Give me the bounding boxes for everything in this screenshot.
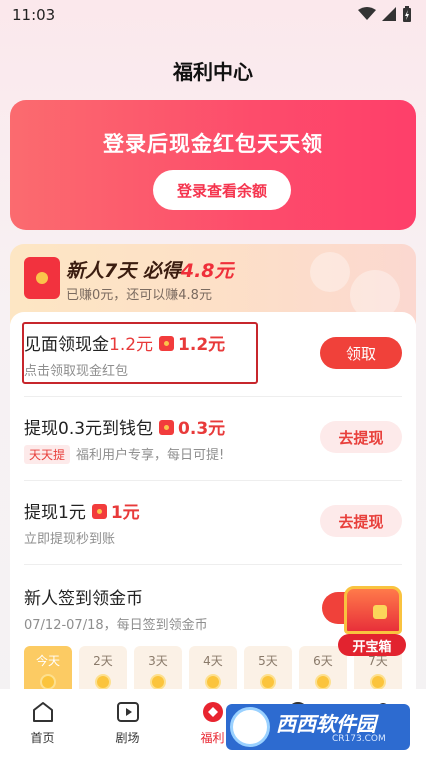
coin-icon <box>150 674 166 690</box>
coin-icon <box>260 674 276 690</box>
play-icon <box>117 702 139 722</box>
task-title: 见面领现金1.2元 1.2元 <box>24 330 225 355</box>
claim-button[interactable]: 领取 <box>320 337 402 369</box>
deco-circle <box>310 252 350 292</box>
treasure-chest-icon <box>344 586 402 634</box>
status-time: 11:03 <box>12 6 56 24</box>
banner-title: 登录后现金红包天天领 <box>103 132 323 156</box>
daily-withdraw-tag: 天天提 <box>24 445 71 464</box>
red-envelope-icon <box>91 504 107 519</box>
tab-home[interactable]: 首页 <box>0 689 85 749</box>
task-title-amount: 1.2元 <box>109 335 154 355</box>
task-bonus: 0.3元 <box>178 419 226 439</box>
tab-label: 剧场 <box>115 731 140 745</box>
checkin-day-label: 5天 <box>258 654 278 668</box>
coin-icon <box>95 674 111 690</box>
watermark-url: CR173.COM <box>332 734 386 744</box>
task-title-text: 提现0.3元到钱包 <box>24 419 154 439</box>
welfare-icon <box>203 702 223 722</box>
login-banner: 登录后现金红包天天领 登录查看余额 <box>10 100 416 230</box>
checkin-day-label: 4天 <box>203 654 223 668</box>
newuser-title-amount: 4.8元 <box>180 260 234 282</box>
task-bonus: 1.2元 <box>178 335 226 355</box>
home-icon <box>33 702 53 722</box>
task-subtitle: 点击领取现金红包 <box>24 364 129 379</box>
task-subtitle: 立即提现秒到账 <box>24 532 116 547</box>
signal-icon <box>382 7 396 21</box>
withdraw-button[interactable]: 去提现 <box>320 421 402 453</box>
task-subtitle-line: 天天提 福利用户专享，每日可提! <box>24 444 224 464</box>
status-bar: 11:03 <box>0 0 426 30</box>
page-title: 福利中心 <box>173 60 253 84</box>
coin-icon <box>315 674 331 690</box>
newuser-subtitle: 已赚0元，还可以赚4.8元 <box>66 288 212 303</box>
withdraw-button[interactable]: 去提现 <box>320 505 402 537</box>
checkin-subtitle: 07/12-07/18，每日签到领金币 <box>24 618 208 633</box>
red-envelope-icon <box>159 336 175 351</box>
wifi-icon <box>358 7 376 20</box>
coin-icon <box>40 674 56 690</box>
task-title: 提现0.3元到钱包 0.3元 <box>24 414 225 439</box>
red-envelope-icon <box>24 257 60 299</box>
task-row-meet-cash: 见面领现金1.2元 1.2元 点击领取现金红包 领取 <box>10 312 416 396</box>
checkin-title: 新人签到领金币 <box>24 589 143 609</box>
tab-label: 首页 <box>30 731 55 745</box>
watermark-logo-icon <box>230 707 270 747</box>
checkin-day-label: 2天 <box>93 654 113 668</box>
task-row-withdraw-03: 提现0.3元到钱包 0.3元 天天提 福利用户专享，每日可提! 去提现 <box>10 396 416 480</box>
tab-theater[interactable]: 剧场 <box>85 689 170 749</box>
task-row-withdraw-1: 提现1元 1元 立即提现秒到账 去提现 <box>10 480 416 564</box>
task-title-text: 提现1元 <box>24 503 86 523</box>
battery-icon <box>403 6 411 22</box>
newuser-title-prefix: 新人7天 必得 <box>66 260 181 282</box>
watermark-brand: 西西软件园 <box>276 712 376 736</box>
login-check-balance-button[interactable]: 登录查看余额 <box>153 170 291 210</box>
task-subtitle: 福利用户专享，每日可提! <box>76 448 225 463</box>
status-icons <box>358 6 412 22</box>
task-title-text: 见面领现金 <box>24 335 109 355</box>
checkin-day-label: 今天 <box>35 654 60 668</box>
coin-icon <box>205 674 221 690</box>
task-title: 提现1元 1元 <box>24 498 140 523</box>
treasure-chest-button[interactable]: 开宝箱 <box>336 586 408 660</box>
treasure-label: 开宝箱 <box>338 634 406 656</box>
lock-icon <box>373 605 387 619</box>
newuser-title: 新人7天 必得4.8元 <box>66 256 234 283</box>
checkin-day-label: 3天 <box>148 654 168 668</box>
red-envelope-icon <box>159 420 175 435</box>
watermark-logo: 西西软件园 CR173.COM <box>226 704 410 750</box>
coin-icon <box>370 674 386 690</box>
task-bonus: 1元 <box>110 503 140 523</box>
